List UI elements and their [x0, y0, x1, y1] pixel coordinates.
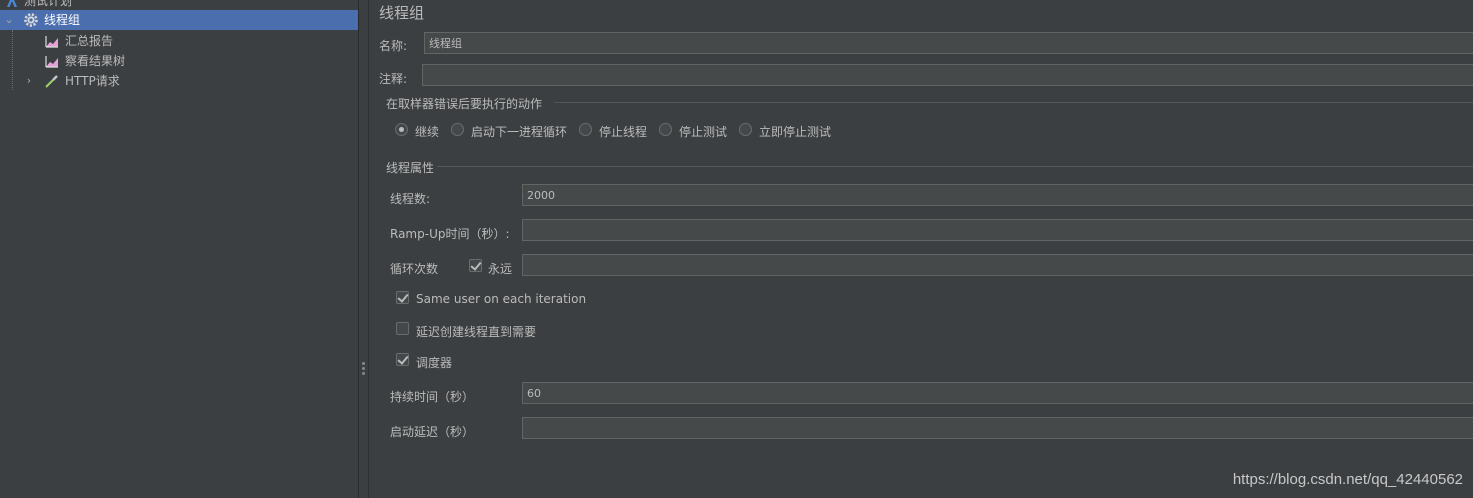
chevron-down-icon[interactable]: ⌄: [3, 10, 15, 30]
group-divider: [437, 166, 1473, 167]
tree-item-view-results-tree[interactable]: 察看结果树: [0, 51, 358, 71]
pane-splitter[interactable]: [359, 0, 369, 498]
loop-count-label: 循环次数: [390, 262, 439, 276]
forever-checkbox[interactable]: [469, 259, 482, 272]
radio-stop-thread-label: 停止线程: [599, 125, 648, 139]
radio-stop-test[interactable]: [659, 123, 672, 136]
delay-create-label: 延迟创建线程直到需要: [416, 325, 537, 339]
same-user-label: Same user on each iteration: [416, 292, 587, 306]
scheduler-label: 调度器: [416, 356, 453, 370]
tree-item-thread-group[interactable]: ⌄ 线程组: [0, 10, 358, 30]
radio-stop-thread[interactable]: [579, 123, 592, 136]
comment-field[interactable]: [422, 64, 1473, 86]
name-label: 名称:: [379, 39, 408, 53]
chart-icon: [44, 53, 60, 69]
tree-item-summary-report[interactable]: 汇总报告: [0, 31, 358, 51]
radio-stop-test-now[interactable]: [739, 123, 752, 136]
same-user-checkbox[interactable]: [396, 291, 409, 304]
startup-delay-label: 启动延迟（秒）: [390, 425, 475, 439]
tree-item-label: HTTP请求: [65, 74, 120, 88]
pipette-icon: [44, 73, 60, 89]
startup-delay-field[interactable]: [522, 417, 1473, 439]
tree-item-http-request[interactable]: › HTTP请求: [0, 71, 358, 91]
loop-count-field[interactable]: [522, 254, 1473, 276]
rampup-field[interactable]: [522, 219, 1473, 241]
radio-continue[interactable]: [395, 123, 408, 136]
page-title: 线程组: [379, 4, 425, 22]
name-field[interactable]: 线程组: [424, 32, 1473, 54]
radio-continue-label: 继续: [415, 125, 440, 139]
radio-start-next-loop-label: 启动下一进程循环: [471, 125, 568, 139]
chart-icon: [44, 33, 60, 49]
gear-icon: [23, 12, 39, 28]
scheduler-checkbox[interactable]: [396, 353, 409, 366]
group-divider: [554, 102, 1473, 103]
forever-label: 永远: [488, 262, 513, 276]
rampup-label: Ramp-Up时间（秒）:: [390, 227, 510, 241]
thread-count-field[interactable]: 2000: [522, 184, 1473, 206]
thread-properties-group-title: 线程属性: [386, 161, 435, 175]
tree-item-label: 线程组: [44, 13, 81, 27]
duration-label: 持续时间（秒）: [390, 390, 475, 404]
tree-item-label: 察看结果树: [65, 54, 126, 68]
tree-item-label: 汇总报告: [65, 34, 114, 48]
duration-field[interactable]: 60: [522, 382, 1473, 404]
chevron-right-icon[interactable]: ›: [23, 71, 35, 91]
thread-group-panel: 线程组 名称: 线程组 注释: 在取样器错误后要执行的动作 继续 启动下一进程循…: [369, 0, 1473, 498]
splitter-grip-icon: [362, 362, 365, 376]
test-plan-tree: 测试计划 ⌄ 线程组 汇总报告 察看结果树 › HTTP请求: [0, 0, 359, 498]
comment-label: 注释:: [379, 72, 408, 86]
error-action-group-title: 在取样器错误后要执行的动作: [386, 97, 543, 111]
thread-count-label: 线程数:: [390, 192, 431, 206]
delay-create-checkbox[interactable]: [396, 322, 409, 335]
radio-stop-test-label: 停止测试: [679, 125, 728, 139]
watermark-url: https://blog.csdn.net/qq_42440562: [1232, 471, 1463, 488]
radio-stop-test-now-label: 立即停止测试: [759, 125, 832, 139]
test-plan-icon: [4, 0, 20, 9]
radio-start-next-loop[interactable]: [451, 123, 464, 136]
